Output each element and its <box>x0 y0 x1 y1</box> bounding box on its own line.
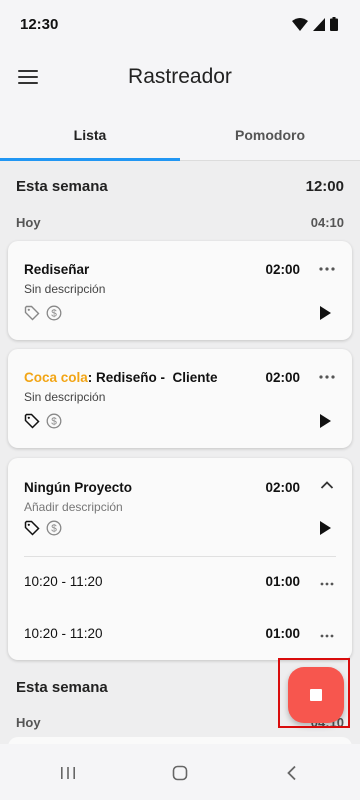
more-options-icon[interactable] <box>318 370 336 384</box>
tab-lista[interactable]: Lista <box>0 110 180 160</box>
recents-icon[interactable] <box>58 764 78 782</box>
chevron-up-icon[interactable] <box>318 478 336 492</box>
app-bar: Rastreador <box>0 48 360 110</box>
day-label: Hoy <box>16 715 41 730</box>
highlight-frame <box>278 658 350 728</box>
entry-duration: 02:00 <box>265 480 300 495</box>
tab-indicator <box>0 158 180 161</box>
svg-text:$: $ <box>51 524 57 535</box>
entry-icons: $ <box>24 305 62 321</box>
more-options-icon[interactable] <box>318 262 336 276</box>
system-nav-bar <box>0 744 360 800</box>
page-title: Rastreador <box>128 65 232 88</box>
tag-icon[interactable] <box>24 413 40 429</box>
play-icon[interactable] <box>318 306 332 320</box>
time-entry-card[interactable]: Coca cola: Rediseño - Cliente 02:00 Sin … <box>8 349 352 448</box>
status-time: 12:30 <box>20 16 59 33</box>
tag-icon[interactable] <box>24 520 40 536</box>
week-header: Esta semana 12:00 <box>16 178 344 195</box>
entry-icons: $ <box>24 413 62 429</box>
entry-title: Rediseñar <box>24 262 90 277</box>
more-options-icon[interactable] <box>318 577 336 591</box>
sub-entry-time: 10:20 - 11:20 <box>24 574 103 589</box>
sub-entry-duration: 01:00 <box>265 626 300 641</box>
entry-description: Sin descripción <box>24 390 106 404</box>
week-title: Esta semana <box>16 178 108 195</box>
sub-entry-time: 10:20 - 11:20 <box>24 626 103 641</box>
signal-icon <box>313 17 325 31</box>
tag-icon[interactable] <box>24 305 40 321</box>
home-icon[interactable] <box>170 764 190 782</box>
dollar-icon[interactable]: $ <box>46 305 62 321</box>
entry-title: Rediseño - Cliente <box>96 370 218 385</box>
day-label: Hoy <box>16 215 41 230</box>
status-bar: 12:30 <box>0 0 360 48</box>
entry-duration: 02:00 <box>265 370 300 385</box>
entry-icons: $ <box>24 520 62 536</box>
battery-icon <box>330 17 338 31</box>
back-icon[interactable] <box>282 764 302 782</box>
entry-separator: : <box>87 370 97 385</box>
dollar-icon[interactable]: $ <box>46 520 62 536</box>
day-header: Hoy 04:10 <box>16 215 344 230</box>
time-entry-card[interactable]: Rediseñar 02:00 Sin descripción $ <box>8 241 352 340</box>
entry-client: Coca cola <box>24 370 88 385</box>
tab-pomodoro[interactable]: Pomodoro <box>180 110 360 160</box>
play-icon[interactable] <box>318 414 332 428</box>
sub-entry-duration: 01:00 <box>265 574 300 589</box>
svg-text:$: $ <box>51 417 57 428</box>
svg-text:$: $ <box>51 309 57 320</box>
wifi-icon <box>292 17 308 31</box>
entry-title: Ningún Proyecto <box>24 480 133 495</box>
play-icon[interactable] <box>318 521 332 535</box>
entry-duration: 02:00 <box>265 262 300 277</box>
sub-entry-row[interactable]: 10:20 - 11:20 01:00 <box>24 626 336 646</box>
status-icons <box>292 16 338 32</box>
time-entry-group-card[interactable]: Ningún Proyecto 02:00 Añadir descripción… <box>8 458 352 660</box>
sub-entry-row[interactable]: 10:20 - 11:20 01:00 <box>24 574 336 594</box>
dollar-icon[interactable]: $ <box>46 413 62 429</box>
tab-bar: Lista Pomodoro <box>0 110 360 161</box>
week-total: 12:00 <box>305 178 344 195</box>
more-options-icon[interactable] <box>318 629 336 643</box>
add-description-field[interactable]: Añadir descripción <box>24 500 123 514</box>
week-title: Esta semana <box>16 679 108 696</box>
divider <box>24 556 336 557</box>
entry-description: Sin descripción <box>24 282 106 296</box>
day-total: 04:10 <box>310 215 344 230</box>
